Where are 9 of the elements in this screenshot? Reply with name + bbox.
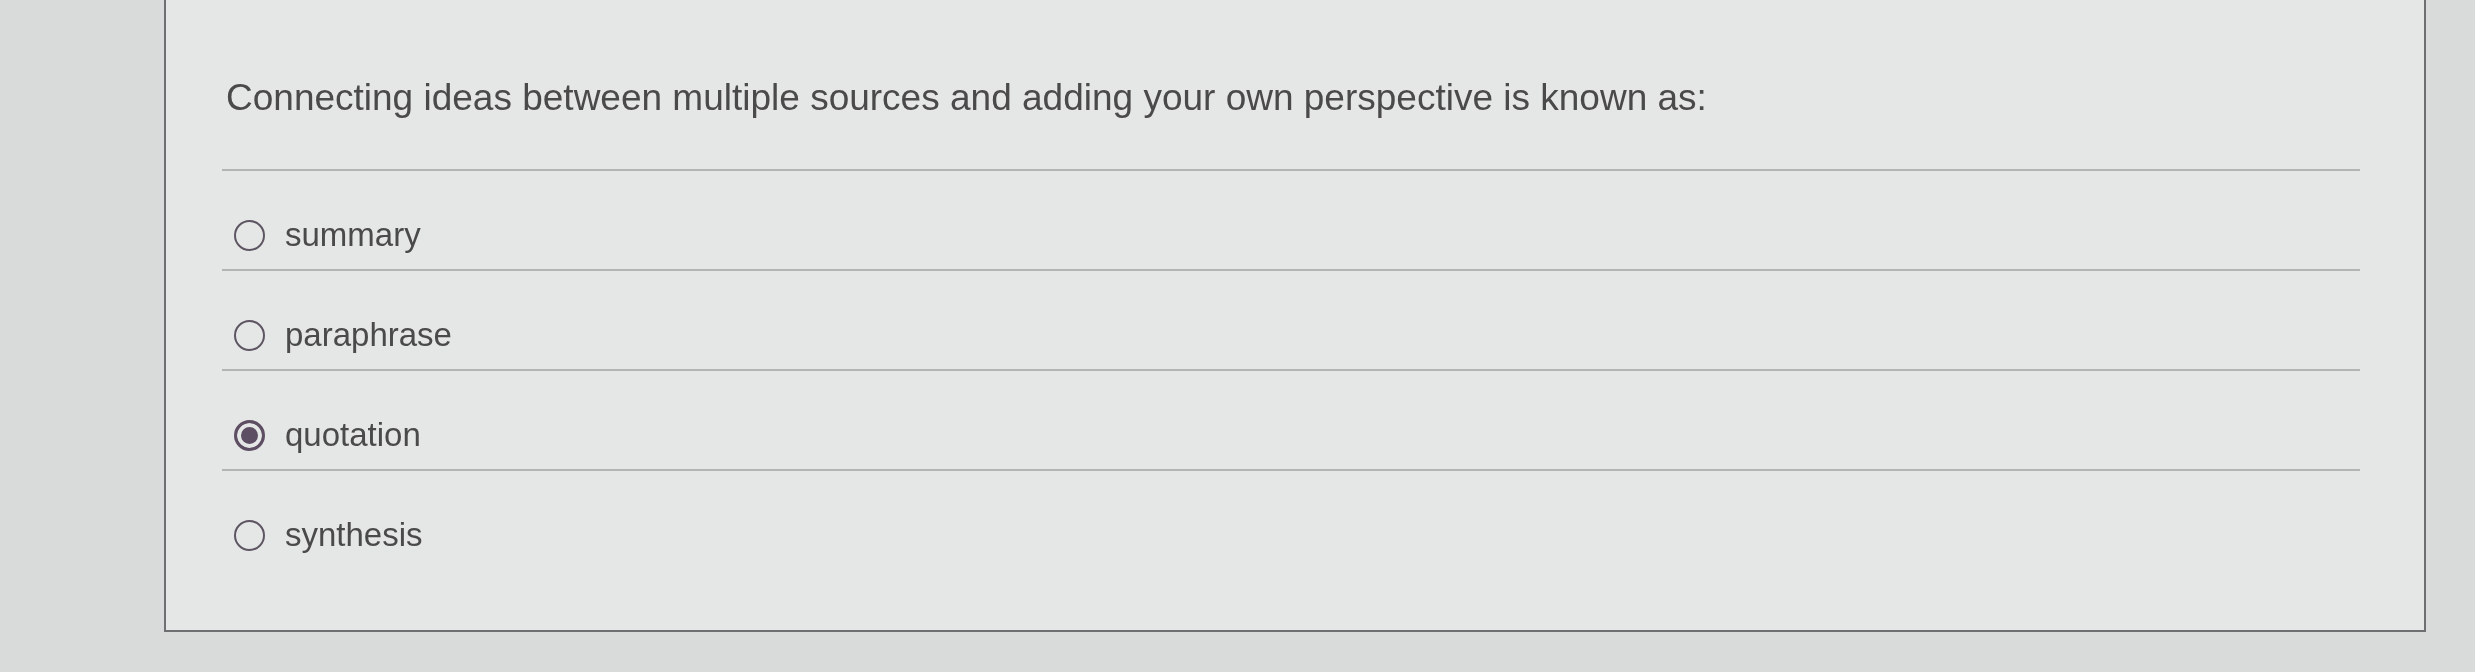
option-label[interactable]: paraphrase: [285, 315, 452, 355]
option-label[interactable]: synthesis: [285, 515, 423, 555]
radio-button[interactable]: [234, 419, 265, 451]
question-text: Connecting ideas between multiple sources and adding your own perspective is known as:: [226, 76, 1708, 120]
option-label[interactable]: quotation: [285, 415, 421, 455]
radio-button[interactable]: [234, 219, 265, 251]
radio-button[interactable]: [234, 519, 265, 551]
option-label[interactable]: summary: [285, 215, 421, 255]
radio-button[interactable]: [234, 319, 265, 351]
